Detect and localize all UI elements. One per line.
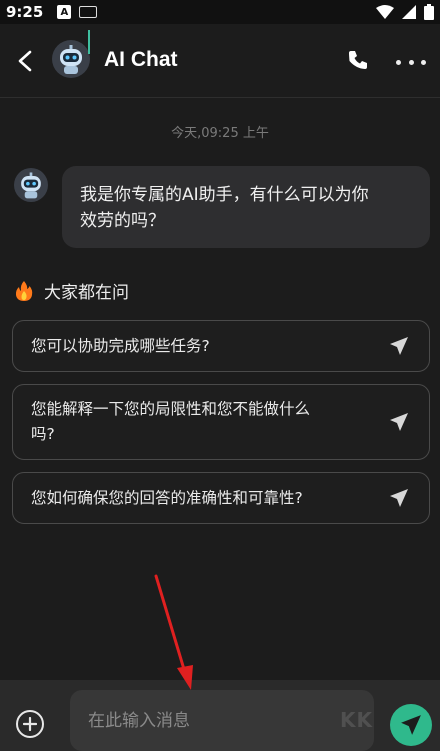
more-dot-icon <box>408 59 414 65</box>
battery-icon <box>424 4 434 20</box>
phone-icon <box>349 51 367 69</box>
more-dot-icon <box>421 59 426 65</box>
signal-icon <box>402 5 416 19</box>
bot-message-bubble: 我是你专属的AI助手，有什么可以为你 效劳的吗？ <box>62 166 430 248</box>
send-icon <box>401 715 421 735</box>
send-icon <box>390 489 408 507</box>
call-button[interactable] <box>346 48 374 76</box>
keyboard-icon <box>79 6 98 18</box>
annotation-arrow-icon <box>154 574 193 690</box>
notification-a-icon: A <box>57 5 72 19</box>
send-button[interactable] <box>390 704 432 746</box>
bot-avatar-header <box>52 40 90 78</box>
page-title: AI Chat <box>104 48 178 71</box>
status-time: 9:25 <box>6 3 44 21</box>
bot-message-line: 效劳的吗？ <box>80 211 165 231</box>
fire-icon <box>15 280 33 301</box>
message-input[interactable] <box>70 690 374 751</box>
more-options-button[interactable] <box>396 48 426 76</box>
suggestion-text: 吗? <box>31 425 55 443</box>
watermark: KK <box>340 708 373 732</box>
wifi-icon <box>376 5 394 19</box>
send-icon <box>390 337 408 355</box>
message-input-bar <box>0 680 440 751</box>
plus-icon <box>23 717 37 731</box>
suggestion-text: 您能解释一下您的局限性和您不能做什么 <box>31 400 311 418</box>
suggestion-question[interactable]: 您可以协助完成哪些任务? <box>12 320 430 372</box>
back-button[interactable] <box>10 46 40 76</box>
suggestion-question[interactable]: 您如何确保您的回答的准确性和可靠性? <box>12 472 430 524</box>
attach-button[interactable] <box>16 710 44 738</box>
bot-avatar <box>14 168 48 202</box>
bot-message-line: 我是你专属的AI助手，有什么可以为你 <box>80 185 369 205</box>
message-timestamp: 今天,09:25 上午 <box>171 126 269 141</box>
suggestion-text: 您如何确保您的回答的准确性和可靠性? <box>31 488 303 507</box>
suggestion-text: 您可以协助完成哪些任务? <box>31 336 210 355</box>
status-bar: 9:25 A <box>0 0 440 24</box>
status-right-icons <box>376 4 434 20</box>
chevron-left-icon <box>18 50 32 72</box>
more-dot-icon <box>396 59 401 65</box>
robot-icon <box>21 172 41 199</box>
popular-questions-heading: 大家都在问 <box>14 278 129 303</box>
text-cursor <box>88 30 90 54</box>
popular-questions-label: 大家都在问 <box>44 283 129 303</box>
send-icon <box>390 413 408 431</box>
robot-icon <box>60 45 82 74</box>
chat-header: AI Chat <box>0 24 440 98</box>
suggestion-question[interactable]: 您能解释一下您的局限性和您不能做什么 吗? <box>12 384 430 460</box>
